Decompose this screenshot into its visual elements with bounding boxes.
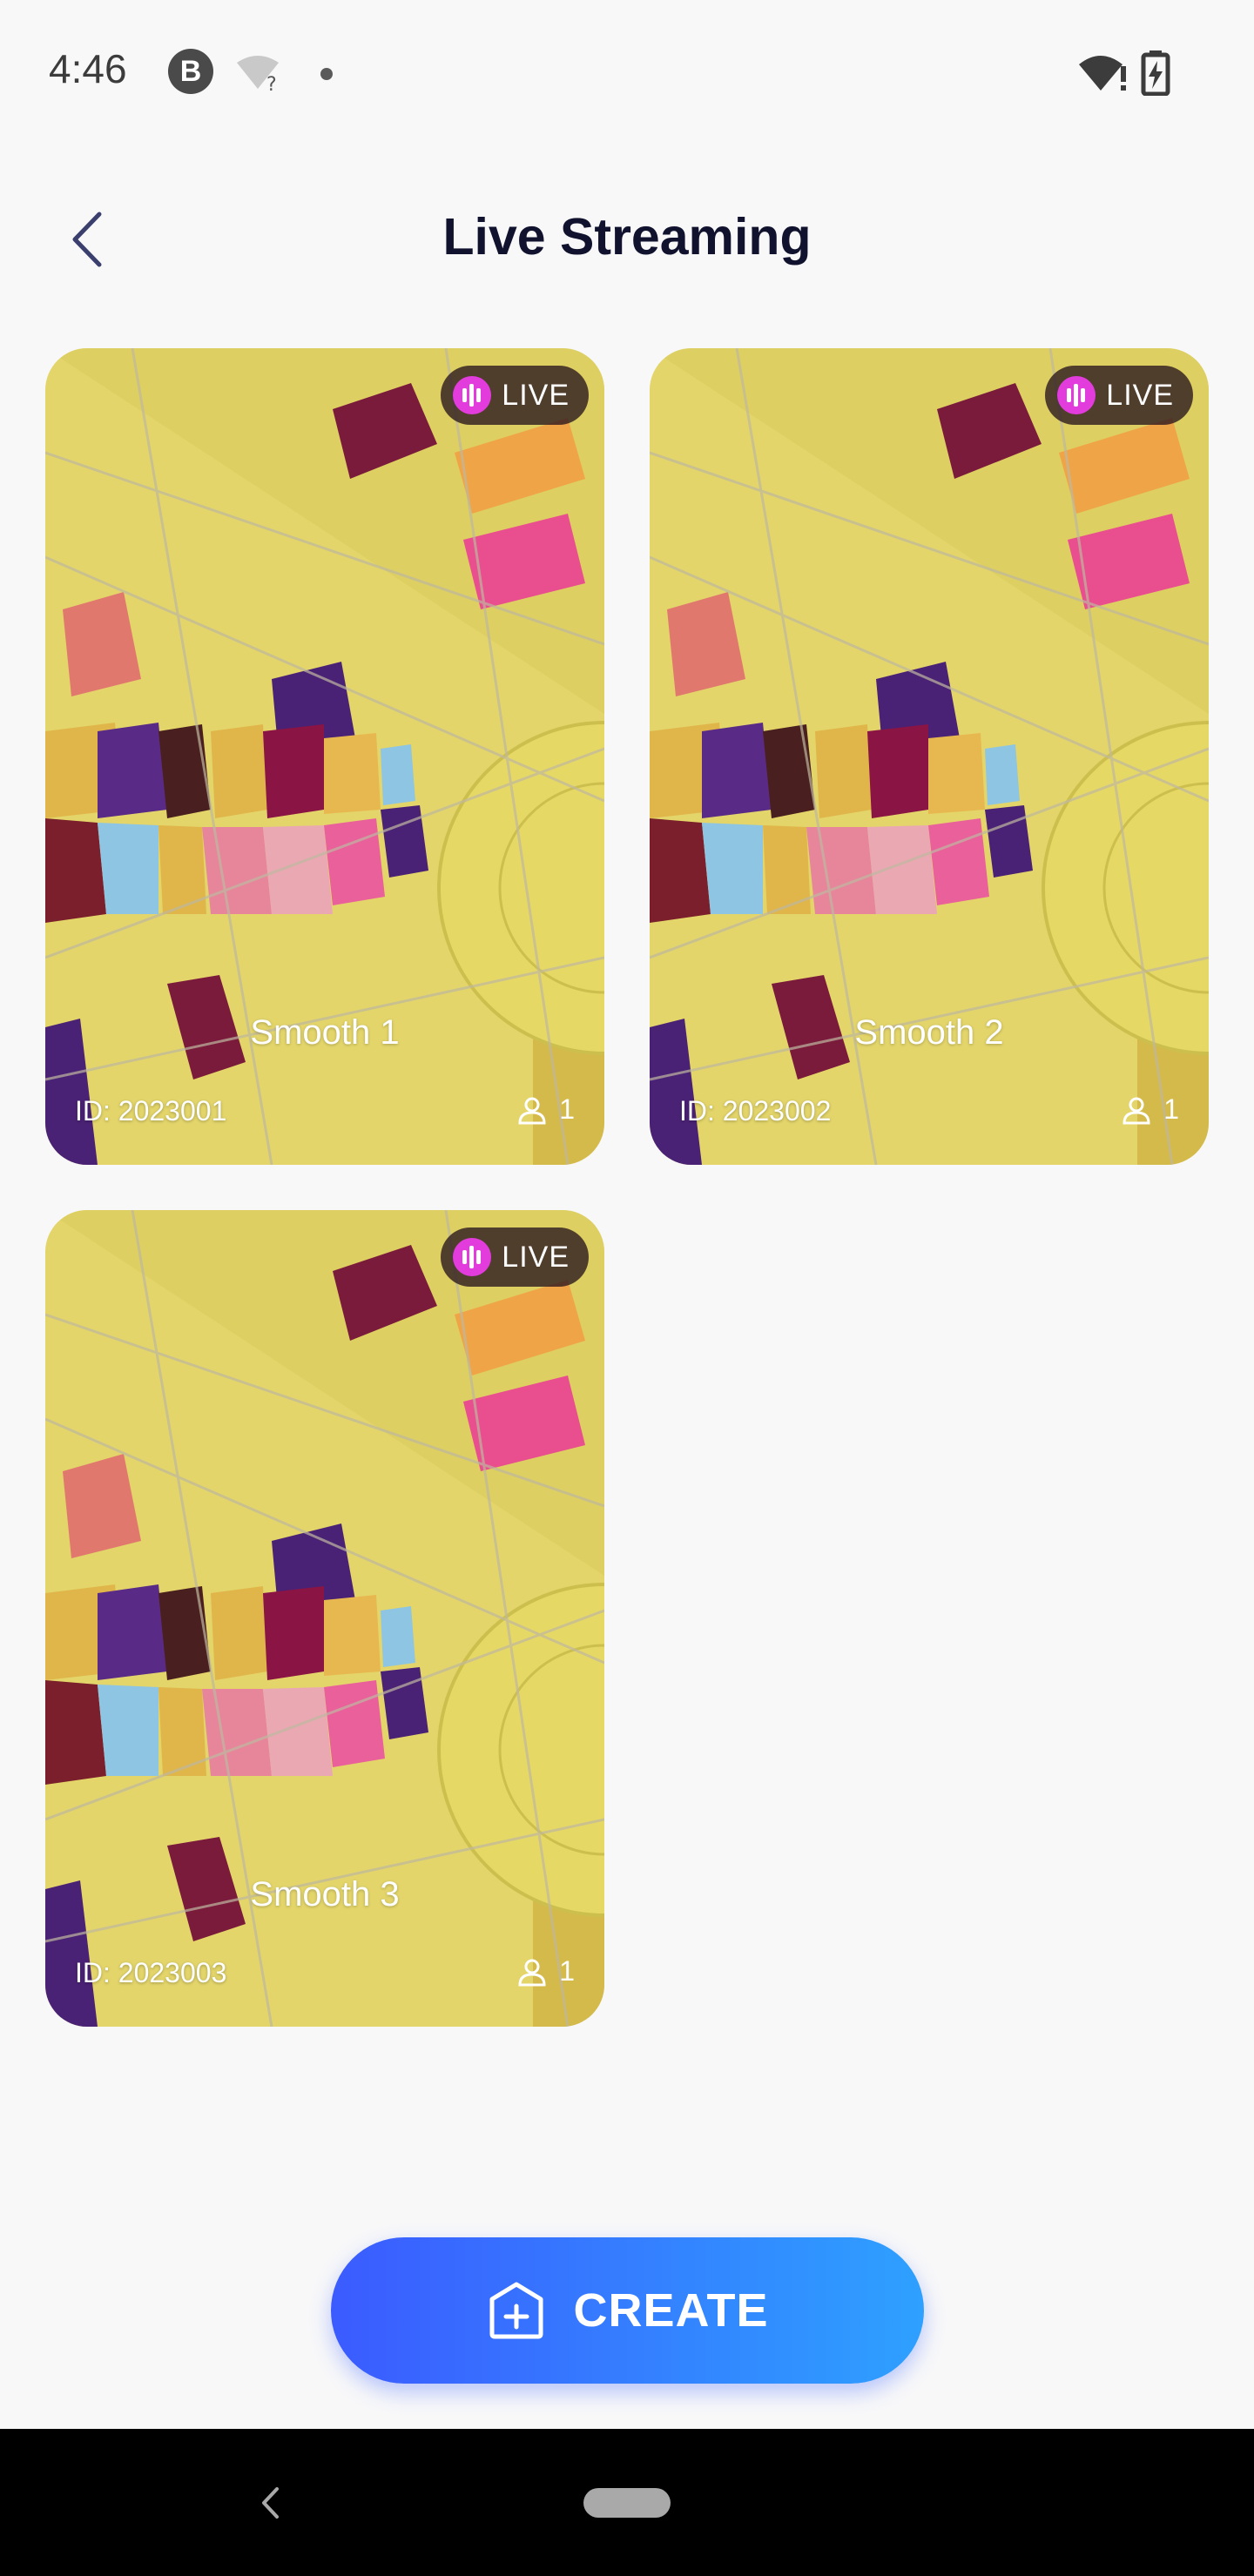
- nav-home-pill[interactable]: [583, 2488, 671, 2518]
- screen: 4:46 B ? Live Streaming LIVE Smooth 1 ID…: [0, 0, 1254, 2576]
- live-label: LIVE: [502, 378, 570, 412]
- status-time: 4:46: [49, 46, 127, 91]
- create-label: CREATE: [573, 2284, 769, 2337]
- room-title: Smooth 2: [854, 1013, 1004, 1052]
- nav-back-icon: [262, 2487, 279, 2519]
- create-button[interactable]: CREATE: [331, 2237, 924, 2384]
- person-icon: [518, 1097, 546, 1124]
- room-card-1[interactable]: LIVE Smooth 1 ID: 2023001 1: [45, 348, 604, 1165]
- room-card-3[interactable]: LIVE Smooth 3 ID: 2023003 1: [45, 1210, 604, 2027]
- room-id: ID: 2023003: [75, 1957, 227, 1988]
- live-label: LIVE: [1106, 378, 1174, 412]
- live-badge: LIVE: [441, 366, 589, 425]
- nav-back-button[interactable]: [253, 2472, 287, 2533]
- b-notification-icon: B: [168, 49, 213, 94]
- system-nav-bar: [0, 2429, 1254, 2576]
- status-bar: 4:46 B ?: [0, 0, 1254, 148]
- person-icon: [518, 1959, 546, 1986]
- room-id: ID: 2023001: [75, 1095, 227, 1127]
- viewer-count-value: 1: [559, 1093, 575, 1125]
- viewer-count-value: 1: [1163, 1093, 1179, 1125]
- battery-charging-icon: [1141, 50, 1170, 100]
- wifi-alert-icon: [1077, 52, 1129, 98]
- room-title: Smooth 3: [250, 1875, 400, 1914]
- live-badge: LIVE: [441, 1227, 589, 1287]
- dot-icon: [320, 68, 333, 80]
- live-audio-icon: [453, 376, 492, 414]
- viewer-count-value: 1: [559, 1955, 575, 1987]
- live-audio-icon: [1057, 376, 1096, 414]
- person-icon: [1123, 1097, 1150, 1124]
- page-title: Live Streaming: [442, 208, 812, 266]
- room-id: ID: 2023002: [679, 1095, 832, 1127]
- viewer-count: 1: [517, 1093, 575, 1126]
- live-badge: LIVE: [1045, 366, 1193, 425]
- viewer-count: 1: [1122, 1093, 1179, 1126]
- add-room-icon: [489, 2282, 543, 2339]
- room-title: Smooth 1: [250, 1013, 400, 1052]
- live-audio-icon: [453, 1238, 492, 1276]
- live-label: LIVE: [502, 1240, 570, 1274]
- wifi-unknown-icon: ?: [235, 54, 284, 97]
- viewer-count: 1: [517, 1955, 575, 1987]
- svg-text:?: ?: [266, 74, 277, 92]
- room-card-2[interactable]: LIVE Smooth 2 ID: 2023002 1: [650, 348, 1209, 1165]
